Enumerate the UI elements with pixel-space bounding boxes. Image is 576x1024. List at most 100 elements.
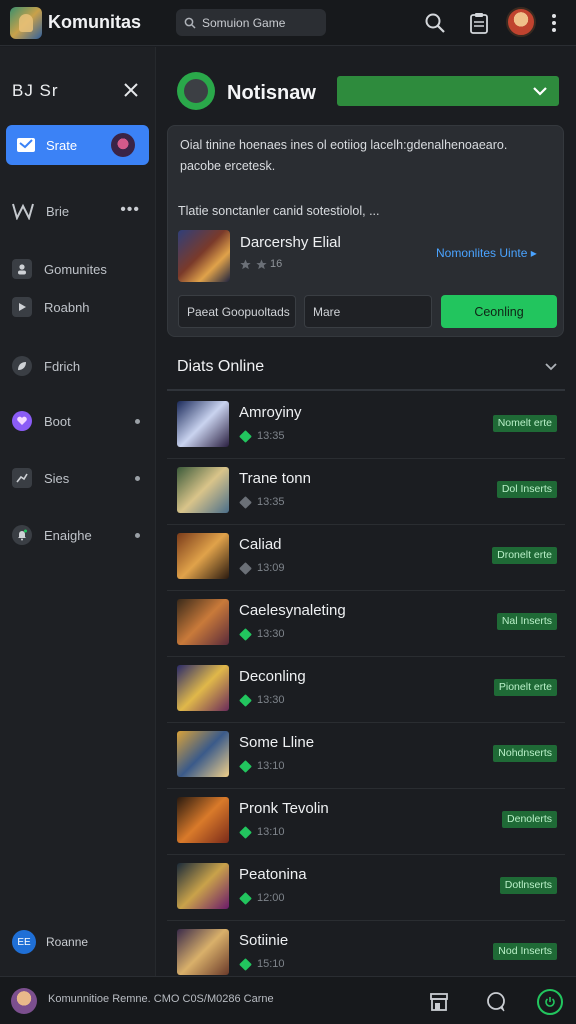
sidebar-item-label: Boot: [44, 413, 71, 429]
game-name: Peatonina: [239, 866, 307, 883]
game-time: 13:10: [257, 826, 285, 838]
game-row[interactable]: Caelesynaleting 13:30 Nal Inserts: [167, 591, 565, 657]
game-name: Some Lline: [239, 734, 315, 751]
secondary-action-button[interactable]: Paeat Goopuoltads: [178, 295, 296, 328]
sidebar-item-enaighe[interactable]: Enaighe: [12, 523, 148, 547]
search-box[interactable]: [176, 9, 326, 36]
game-time: 13:35: [257, 496, 285, 508]
game-meta: 13:10: [239, 825, 285, 839]
star-icon: [240, 258, 251, 269]
sidebar-item-brie[interactable]: Brie •••: [12, 199, 148, 223]
group-avatar[interactable]: [177, 72, 215, 110]
status-badge[interactable]: Nomelt erte: [492, 415, 557, 432]
sidebar-item-active[interactable]: Srate: [6, 125, 149, 165]
section-title: Diats Online: [177, 358, 265, 375]
game-row[interactable]: Deconling 13:30 Pionelt erte: [167, 657, 565, 723]
more-horizontal-icon[interactable]: •••: [120, 201, 140, 219]
status-badge[interactable]: Dronelt erte: [492, 547, 557, 564]
card-subtext: Tlatie sonctanler canid sotestiolol, ...: [178, 204, 380, 218]
section-toggle[interactable]: [543, 359, 559, 380]
game-meta: 13:35: [239, 495, 285, 509]
more-menu-button[interactable]: [542, 9, 566, 37]
profile-button[interactable]: [537, 989, 563, 1015]
more-vertical-icon: [552, 14, 556, 32]
gem-icon: [239, 825, 252, 839]
top-bar: Komunitas: [0, 0, 576, 46]
clipboard-button[interactable]: [465, 9, 493, 37]
chat-button[interactable]: [483, 989, 509, 1015]
status-badge[interactable]: Nal Inserts: [496, 613, 557, 630]
game-thumbnail[interactable]: [177, 731, 229, 777]
sidebar-item-label: Srate: [46, 137, 78, 153]
status-badge[interactable]: Dol Inserts: [496, 481, 557, 498]
sidebar-item-label: Brie: [46, 203, 70, 219]
sidebar-footer-item[interactable]: EE Roanne: [12, 930, 88, 954]
sidebar-item-gomunites[interactable]: Gomunites: [12, 257, 148, 281]
sidebar-item-label: Enaighe: [44, 527, 92, 543]
store-icon: [430, 993, 448, 1011]
status-badge[interactable]: Nohdnserts: [493, 745, 557, 762]
game-thumbnail[interactable]: [177, 599, 229, 645]
sidebar-item-label: Fdrich: [44, 358, 81, 374]
search-input[interactable]: [202, 15, 320, 30]
featured-link[interactable]: Nomonlites Uinte ▸: [436, 246, 537, 260]
game-time: 13:10: [257, 760, 285, 772]
game-name: Caliad: [239, 536, 282, 553]
card-input-field[interactable]: Mare: [304, 295, 432, 328]
grid-icon: [12, 203, 34, 220]
game-row[interactable]: Caliad 13:09 Dronelt erte: [167, 525, 565, 591]
game-name: Sotiinie: [239, 932, 289, 949]
gem-icon: [239, 891, 252, 905]
bottom-status-text: Komunnitioe Remne. CMO C0S/M0286 Carne: [48, 993, 274, 1005]
game-row[interactable]: Amroyiny 13:35 Nomelt erte: [167, 393, 565, 459]
game-row[interactable]: Pronk Tevolin 13:10 Denolerts: [167, 789, 565, 855]
sidebar-item-label: Roabnh: [44, 299, 90, 315]
game-thumbnail[interactable]: [177, 665, 229, 711]
chevron-down-icon: [533, 87, 547, 96]
search-icon: [425, 13, 445, 33]
user-avatar[interactable]: [506, 7, 536, 37]
game-name: Caelesynaleting: [239, 602, 346, 619]
sidebar-header-label: BJ Sr: [12, 81, 59, 100]
game-time: 13:35: [257, 430, 285, 442]
primary-action-button[interactable]: Ceonling: [441, 295, 557, 328]
status-badge[interactable]: Nod Inserts: [493, 943, 557, 960]
featured-game-thumbnail[interactable]: [178, 230, 230, 282]
sidebar-close-button[interactable]: [120, 79, 142, 101]
sidebar-item-boot[interactable]: Boot: [12, 409, 148, 433]
featured-game-meta: 16: [240, 258, 282, 270]
sidebar-item-fdrich[interactable]: Fdrich: [12, 354, 148, 378]
group-title: Notisnaw: [227, 82, 316, 104]
game-time: 13:09: [257, 562, 285, 574]
game-thumbnail[interactable]: [177, 467, 229, 513]
game-meta: 15:10: [239, 957, 285, 971]
game-thumbnail[interactable]: [177, 797, 229, 843]
game-meta: 13:35: [239, 429, 285, 443]
search-button[interactable]: [421, 9, 449, 37]
game-row[interactable]: Trane tonn 13:35 Dol Inserts: [167, 459, 565, 525]
user-avatar[interactable]: [11, 988, 37, 1014]
sidebar-item-roabnh[interactable]: Roabnh: [12, 295, 148, 319]
heart-icon: [12, 411, 32, 431]
game-thumbnail[interactable]: [177, 401, 229, 447]
game-thumbnail[interactable]: [177, 533, 229, 579]
store-button[interactable]: [426, 989, 452, 1015]
game-thumbnail[interactable]: [177, 863, 229, 909]
status-badge[interactable]: Dotlnserts: [499, 877, 557, 894]
user-icon: [12, 259, 32, 279]
status-badge[interactable]: Pionelt erte: [493, 679, 557, 696]
sidebar-item-sies[interactable]: Sies: [12, 466, 148, 490]
sidebar-item-label: Gomunites: [44, 261, 107, 277]
section-divider: [167, 389, 565, 391]
status-badge[interactable]: Denolerts: [502, 811, 557, 828]
game-row[interactable]: Some Lline 13:10 Nohdnserts: [167, 723, 565, 789]
game-thumbnail[interactable]: [177, 929, 229, 975]
game-row[interactable]: Peatonina 12:00 Dotlnserts: [167, 855, 565, 921]
status-dropdown[interactable]: [337, 76, 559, 106]
close-icon: [124, 83, 138, 97]
featured-card: Oial tinine hoenaes ines ol eotiiog lace…: [167, 125, 564, 337]
game-time: 12:00: [257, 892, 285, 904]
featured-game-title: Darcershy Elial: [240, 234, 341, 251]
app-logo[interactable]: [10, 7, 42, 39]
chevron-right-icon: ▸: [530, 246, 537, 260]
